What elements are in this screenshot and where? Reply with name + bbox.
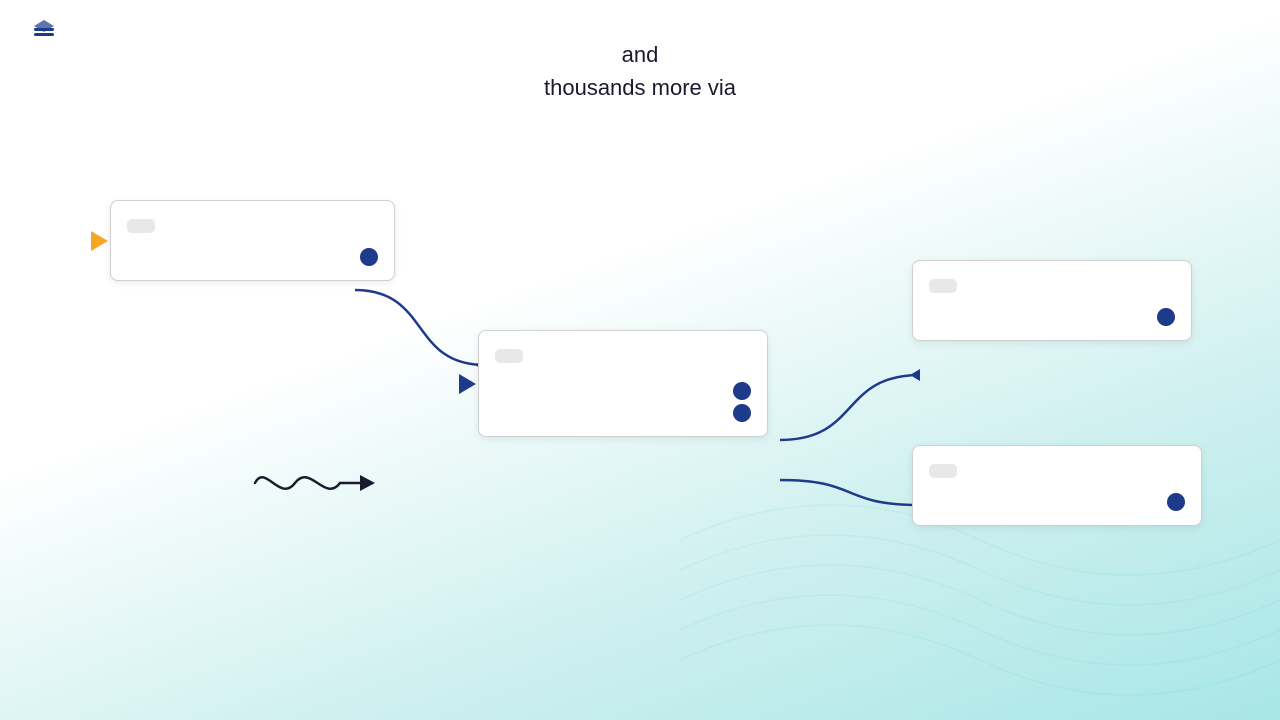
do-bottom-node	[912, 445, 1202, 526]
do-top-then-dot	[1157, 308, 1175, 326]
check-otherwise-row	[495, 404, 751, 422]
check-node	[478, 330, 768, 437]
start-content	[127, 219, 155, 233]
check-icon	[459, 374, 476, 394]
page-header: andthousands more via	[0, 0, 1280, 104]
start-icon	[91, 231, 108, 251]
do-bottom-then-row	[929, 493, 1185, 511]
check-then-row	[495, 382, 751, 400]
then-dot	[733, 382, 751, 400]
do-bottom-content	[929, 464, 957, 478]
logo	[30, 18, 66, 46]
subtitle-text2: andthousands more via	[544, 42, 736, 100]
start-node	[110, 200, 395, 281]
check-content	[495, 349, 523, 363]
output-dot	[360, 248, 378, 266]
subtitle: andthousands more via	[0, 38, 1280, 104]
do-bottom-then-dot	[1167, 493, 1185, 511]
start-output	[127, 248, 378, 266]
do-top-node	[912, 260, 1192, 341]
logo-icon	[30, 18, 58, 46]
flow-diagram	[50, 185, 1210, 585]
do-top-then-row	[929, 308, 1175, 326]
do-top-content	[929, 279, 957, 293]
otherwise-dot	[733, 404, 751, 422]
